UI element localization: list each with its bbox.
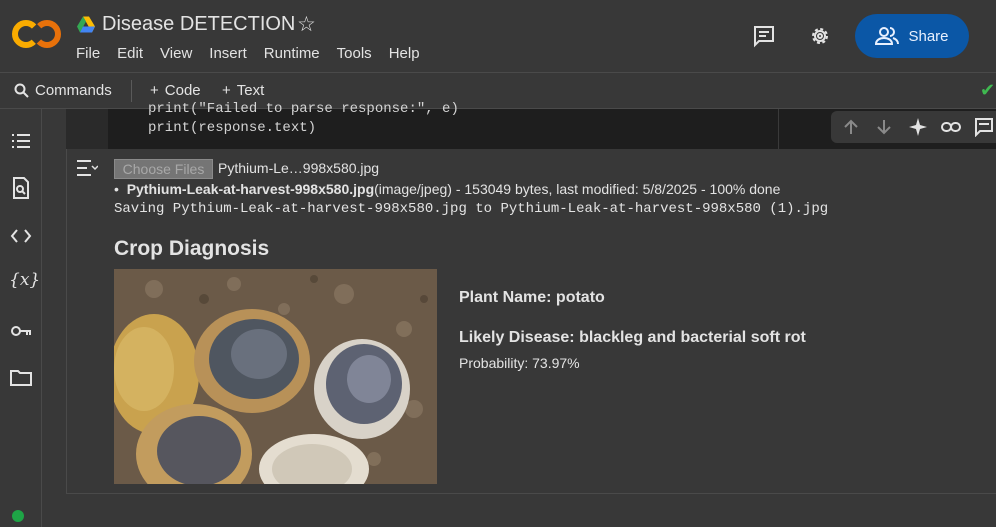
menu-runtime[interactable]: Runtime xyxy=(264,45,320,62)
code-line-2: print(response.text) xyxy=(148,120,317,136)
menu-file[interactable]: File xyxy=(76,45,100,62)
check-icon[interactable]: ✔ xyxy=(980,80,995,101)
menu-tools[interactable]: Tools xyxy=(337,45,372,62)
arrow-down-icon[interactable] xyxy=(872,115,895,139)
header: Disease DETECTION ☆ File Edit View Inser… xyxy=(0,0,996,72)
comment-icon[interactable] xyxy=(752,24,776,48)
link-icon[interactable] xyxy=(939,115,962,139)
saving-message: Saving Pythium-Leak-at-harvest-998x580.j… xyxy=(114,201,829,217)
code-icon[interactable] xyxy=(9,224,33,248)
potato-photo xyxy=(114,269,437,484)
star-icon[interactable]: ☆ xyxy=(297,12,316,37)
probability: Probability: 73.97% xyxy=(459,355,580,371)
plus-icon: + xyxy=(150,82,159,99)
bullet-dot: • xyxy=(114,181,127,197)
output-icon[interactable] xyxy=(76,158,98,178)
choose-files-button[interactable]: Choose Files xyxy=(114,159,213,179)
commands-button[interactable]: Commands xyxy=(14,82,112,99)
likely-disease: Likely Disease: blackleg and bacterial s… xyxy=(459,329,806,346)
menu-edit[interactable]: Edit xyxy=(117,45,143,62)
menu-view[interactable]: View xyxy=(160,45,192,62)
add-code-label: Code xyxy=(164,82,201,99)
find-icon[interactable] xyxy=(9,176,33,200)
share-button[interactable]: Share xyxy=(855,14,969,58)
colab-logo-icon[interactable] xyxy=(12,18,62,50)
drive-icon[interactable] xyxy=(77,16,95,33)
commands-label: Commands xyxy=(35,82,112,99)
sparkle-icon[interactable] xyxy=(906,115,929,139)
connection-status-indicator[interactable] xyxy=(12,510,24,522)
notebook-title[interactable]: Disease DETECTION xyxy=(102,13,295,36)
cell-gutter xyxy=(66,109,108,149)
left-rail: {x} xyxy=(0,109,42,527)
search-icon xyxy=(14,83,29,98)
people-icon xyxy=(875,27,900,45)
colab-window: Disease DETECTION ☆ File Edit View Inser… xyxy=(0,0,996,527)
chosen-file-name: Pythium-Le…998x580.jpg xyxy=(218,160,380,176)
crop-diagnosis-heading: Crop Diagnosis xyxy=(114,237,270,260)
comment-icon[interactable] xyxy=(973,115,996,139)
key-icon[interactable] xyxy=(9,319,33,343)
add-code-button[interactable]: + Code xyxy=(150,82,201,99)
cell-divider xyxy=(778,109,779,149)
menu-insert[interactable]: Insert xyxy=(209,45,247,62)
menu-help[interactable]: Help xyxy=(389,45,420,62)
upload-details: (image/jpeg) - 153049 bytes, last modifi… xyxy=(374,181,781,197)
code-line-1: print("Failed to parse response:", e) xyxy=(148,101,459,117)
plant-name: Plant Name: potato xyxy=(459,289,605,306)
plus-icon: + xyxy=(222,82,231,99)
add-text-button[interactable]: + Text xyxy=(222,82,264,99)
toolbar-divider xyxy=(131,80,132,102)
toc-icon[interactable] xyxy=(9,129,33,153)
arrow-up-icon[interactable] xyxy=(839,115,862,139)
add-text-label: Text xyxy=(236,82,265,99)
share-label: Share xyxy=(908,27,949,45)
cell-toolbar xyxy=(831,111,996,143)
menu-bar: File Edit View Insert Runtime Tools Help xyxy=(76,45,437,62)
upload-status: • Pythium-Leak-at-harvest-998x580.jpg(im… xyxy=(114,181,780,197)
gear-icon[interactable] xyxy=(808,24,832,48)
variables-icon[interactable]: {x} xyxy=(9,270,40,294)
upload-filename: Pythium-Leak-at-harvest-998x580.jpg xyxy=(126,181,375,197)
folder-icon[interactable] xyxy=(9,366,33,390)
